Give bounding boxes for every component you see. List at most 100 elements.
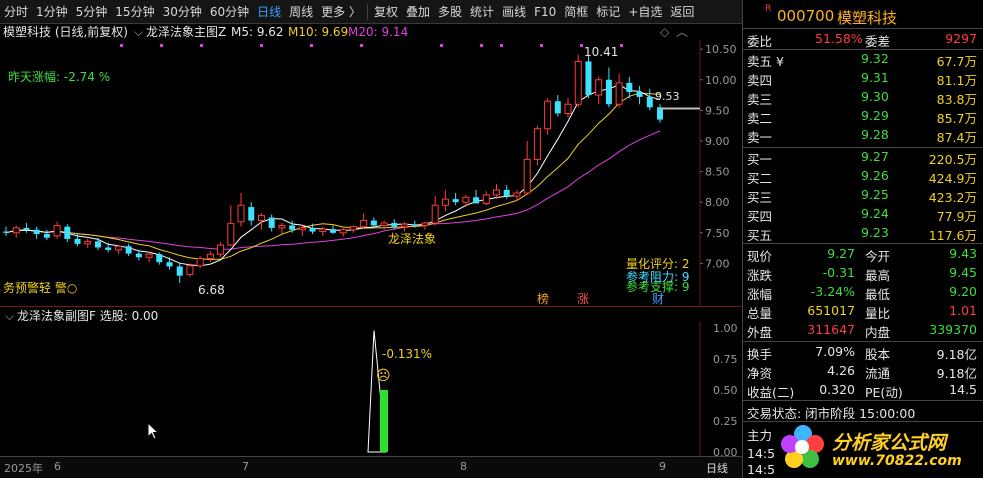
toolbar-item-17[interactable]: +自选 — [624, 0, 666, 24]
toolbar-item-6[interactable]: 日线 — [253, 0, 285, 24]
candle[interactable] — [268, 214, 275, 232]
toolbar-item-8[interactable]: 更多 〉 — [317, 0, 365, 24]
candle[interactable] — [94, 237, 101, 250]
candle[interactable] — [23, 223, 30, 233]
candle[interactable] — [196, 256, 204, 269]
candle[interactable] — [626, 76, 633, 99]
x-period-label[interactable]: 日线 — [706, 460, 728, 476]
stats-value: 311647 — [807, 322, 855, 337]
candle[interactable] — [125, 243, 132, 257]
bids-row[interactable]: 买一 9.27 220.5万 — [743, 148, 981, 167]
toolbar-item-16[interactable]: 标记 — [592, 0, 624, 24]
candle[interactable] — [523, 140, 531, 195]
candle[interactable] — [605, 67, 612, 108]
candle[interactable] — [646, 88, 653, 111]
indicator-collapse-icon[interactable]: ⌵ — [134, 25, 143, 39]
candle[interactable] — [441, 189, 449, 212]
candle[interactable] — [421, 221, 429, 230]
toolbar-item-13[interactable]: 画线 — [498, 0, 530, 24]
candle[interactable] — [595, 76, 603, 105]
candle[interactable] — [330, 225, 336, 235]
toolbar-item-15[interactable]: 简框 — [560, 0, 592, 24]
toolbar-item-1[interactable]: 1分钟 — [32, 0, 72, 24]
candle[interactable] — [53, 221, 61, 239]
toolbar-item-18[interactable]: 返回 — [666, 0, 698, 24]
toolbar-item-2[interactable]: 5分钟 — [72, 0, 112, 24]
sub-indicator-title[interactable]: 龙泽法象副图F 选股: 0.00 — [17, 309, 158, 323]
candle[interactable] — [64, 224, 71, 242]
candle[interactable] — [585, 55, 592, 99]
rank-tag[interactable]: 榜 — [537, 292, 549, 306]
candle[interactable] — [237, 193, 245, 227]
candle[interactable] — [217, 241, 225, 258]
candle[interactable] — [206, 251, 214, 263]
bids-row[interactable]: 买四 9.24 77.9万 — [743, 205, 981, 224]
toolbar-item-12[interactable]: 统计 — [466, 0, 498, 24]
sub-indicator-chart[interactable]: 1.00 0.75 0.50 0.25 0.00 — [0, 322, 742, 456]
bids-level: 买一 — [747, 152, 773, 167]
toolbar-item-11[interactable]: 多股 — [434, 0, 466, 24]
candle[interactable] — [564, 98, 572, 118]
candle[interactable] — [349, 225, 357, 233]
candle[interactable] — [473, 189, 480, 204]
toolbar-item-5[interactable]: 60分钟 — [206, 0, 253, 24]
webi-label: 委比 — [747, 34, 773, 49]
candle[interactable] — [360, 213, 368, 230]
candle[interactable] — [636, 85, 643, 105]
toolbar-item-10[interactable]: 叠加 — [402, 0, 434, 24]
candle[interactable] — [186, 263, 194, 277]
settings-diamond-icon[interactable]: ◇ — [660, 25, 669, 39]
stats-label: 现价 — [747, 249, 773, 264]
candle[interactable] — [176, 263, 183, 283]
stats-value2: 1.01 — [949, 303, 977, 318]
candle[interactable] — [380, 220, 388, 230]
stock-code: 000700 — [777, 7, 835, 25]
candle[interactable] — [401, 221, 409, 232]
candle[interactable] — [12, 225, 20, 238]
candle[interactable] — [33, 226, 40, 239]
bids-row[interactable]: 买五 9.23 117.6万 — [743, 224, 981, 243]
candle[interactable] — [84, 238, 92, 249]
asks-row[interactable]: 卖四 9.31 81.1万 — [743, 69, 981, 88]
candle[interactable] — [574, 54, 582, 108]
rise-tag[interactable]: 涨 — [577, 292, 589, 306]
toolbar-item-14[interactable]: F10 — [530, 0, 560, 24]
candle[interactable] — [533, 125, 541, 166]
candle[interactable] — [114, 245, 122, 255]
toolbar-item-3[interactable]: 15分钟 — [111, 0, 158, 24]
candle[interactable] — [554, 95, 561, 117]
candle[interactable] — [278, 223, 286, 235]
collapse-up-icon[interactable]: ︿ — [676, 25, 688, 39]
toolbar-item-7[interactable]: 周线 — [285, 0, 317, 24]
toolbar-item-9[interactable]: 复权 — [370, 0, 402, 24]
asks-row[interactable]: 卖三 9.30 83.8万 — [743, 88, 981, 107]
asks-row[interactable]: 卖二 9.29 85.7万 — [743, 107, 981, 126]
candle[interactable] — [462, 194, 470, 208]
finance-tag[interactable]: 财 — [652, 292, 664, 306]
candle[interactable] — [482, 191, 490, 206]
candle[interactable] — [431, 196, 439, 226]
candle[interactable] — [105, 242, 112, 253]
candle[interactable] — [339, 227, 347, 237]
candle[interactable] — [43, 229, 50, 241]
sub-collapse-icon[interactable]: ⌵ — [5, 309, 14, 323]
indicator-name[interactable]: 龙泽法象主图Z — [146, 25, 226, 39]
candle[interactable] — [615, 73, 623, 108]
stats2-label: 换手 — [747, 347, 773, 362]
candle[interactable] — [248, 202, 255, 226]
candle[interactable] — [657, 104, 663, 123]
bids-row[interactable]: 买三 9.25 423.2万 — [743, 186, 981, 205]
candle[interactable] — [3, 226, 9, 236]
weicha-value: 9297 — [945, 31, 977, 46]
candle[interactable] — [319, 226, 327, 236]
toolbar-item-0[interactable]: 分时 — [0, 0, 32, 24]
candle[interactable] — [156, 252, 163, 265]
candle[interactable] — [452, 193, 459, 206]
asks-row[interactable]: 卖五 ¥ 9.32 67.7万 — [743, 50, 981, 69]
trading-app: { "toolbar":{"items":["分时","1分钟","5分钟","… — [0, 0, 983, 478]
toolbar-item-4[interactable]: 30分钟 — [159, 0, 206, 24]
candle[interactable] — [227, 205, 235, 247]
candle[interactable] — [544, 98, 552, 135]
asks-row[interactable]: 卖一 9.28 87.4万 — [743, 126, 981, 145]
bids-row[interactable]: 买二 9.26 424.9万 — [743, 167, 981, 186]
